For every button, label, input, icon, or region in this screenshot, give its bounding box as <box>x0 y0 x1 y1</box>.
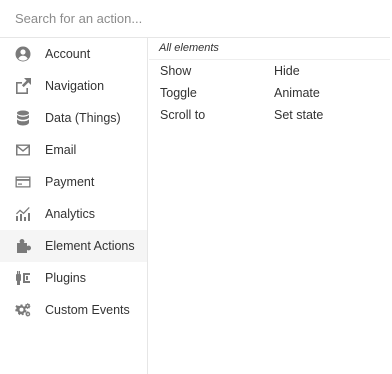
user-circle-icon <box>15 46 31 62</box>
sidebar-item-label: Analytics <box>45 207 96 221</box>
gears-icon <box>15 302 31 318</box>
line-chart-icon <box>15 206 31 222</box>
sidebar-item-element-actions[interactable]: Element Actions <box>0 230 147 262</box>
sidebar-item-data-things[interactable]: Data (Things) <box>0 102 147 134</box>
sidebar-item-label: Email <box>45 143 77 157</box>
sidebar-item-navigation[interactable]: Navigation <box>0 70 147 102</box>
action-show[interactable]: Show <box>160 60 191 82</box>
sidebar-item-payment[interactable]: Payment <box>0 166 147 198</box>
sidebar-item-label: Payment <box>45 175 95 189</box>
action-hide[interactable]: Hide <box>274 60 300 82</box>
puzzle-piece-icon <box>15 238 31 254</box>
actions-pane: All elements Show Hide Toggle Animate Sc… <box>149 38 390 374</box>
sidebar-item-analytics[interactable]: Analytics <box>0 198 147 230</box>
category-sidebar: Account Navigation Data (Things) Email P <box>0 38 148 374</box>
sidebar-item-label: Data (Things) <box>45 111 121 125</box>
sidebar-item-plugins[interactable]: Plugins <box>0 262 147 294</box>
sidebar-item-label: Custom Events <box>45 303 130 317</box>
sidebar-item-label: Navigation <box>45 79 105 93</box>
credit-card-icon <box>15 174 31 190</box>
action-animate[interactable]: Animate <box>274 82 320 104</box>
sidebar-item-email[interactable]: Email <box>0 134 147 166</box>
sidebar-item-label: Plugins <box>45 271 86 285</box>
section-title: All elements <box>159 42 219 54</box>
search-bar <box>0 0 390 38</box>
sidebar-item-custom-events[interactable]: Custom Events <box>0 294 147 326</box>
sidebar-item-account[interactable]: Account <box>0 38 147 70</box>
sidebar-item-label: Account <box>45 47 91 61</box>
sidebar-item-label: Element Actions <box>45 239 135 253</box>
action-scroll-to[interactable]: Scroll to <box>160 104 205 126</box>
share-arrow-icon <box>15 78 31 94</box>
action-toggle[interactable]: Toggle <box>160 82 197 104</box>
envelope-icon <box>15 142 31 158</box>
database-icon <box>15 110 31 126</box>
action-picker-panel: Account Navigation Data (Things) Email P <box>0 0 392 374</box>
search-input[interactable] <box>0 0 390 37</box>
plug-icon <box>15 270 31 286</box>
action-set-state[interactable]: Set state <box>274 104 323 126</box>
